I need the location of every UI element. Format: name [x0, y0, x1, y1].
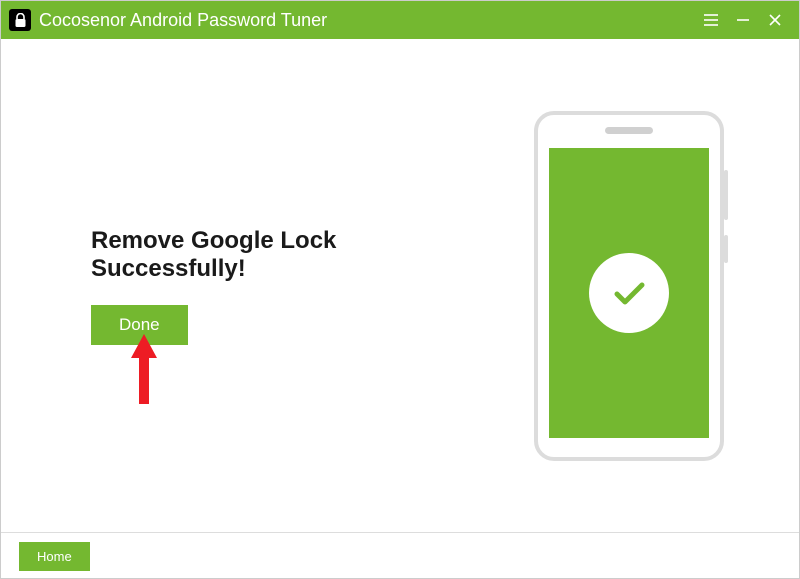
- success-check-circle: [589, 253, 669, 333]
- arrow-up-icon: [131, 334, 157, 404]
- menu-icon: [703, 13, 719, 27]
- menu-button[interactable]: [695, 1, 727, 39]
- phone-illustration: [499, 111, 799, 461]
- phone-side-button: [724, 170, 728, 220]
- phone-side-button: [724, 235, 728, 263]
- close-button[interactable]: [759, 1, 791, 39]
- main-content: Remove Google Lock Successfully! Done: [1, 39, 799, 532]
- check-icon: [605, 269, 653, 317]
- app-lock-icon: [9, 9, 31, 31]
- minimize-icon: [736, 13, 750, 27]
- titlebar: Cocosenor Android Password Tuner: [1, 1, 799, 39]
- app-title: Cocosenor Android Password Tuner: [39, 10, 327, 31]
- minimize-button[interactable]: [727, 1, 759, 39]
- success-headline: Remove Google Lock Successfully!: [91, 227, 489, 283]
- home-button[interactable]: Home: [19, 542, 90, 571]
- phone-screen: [549, 148, 709, 438]
- close-icon: [768, 13, 782, 27]
- phone-frame: [534, 111, 724, 461]
- footer: Home: [1, 532, 799, 579]
- message-pane: Remove Google Lock Successfully! Done: [1, 227, 499, 345]
- phone-speaker: [605, 127, 653, 134]
